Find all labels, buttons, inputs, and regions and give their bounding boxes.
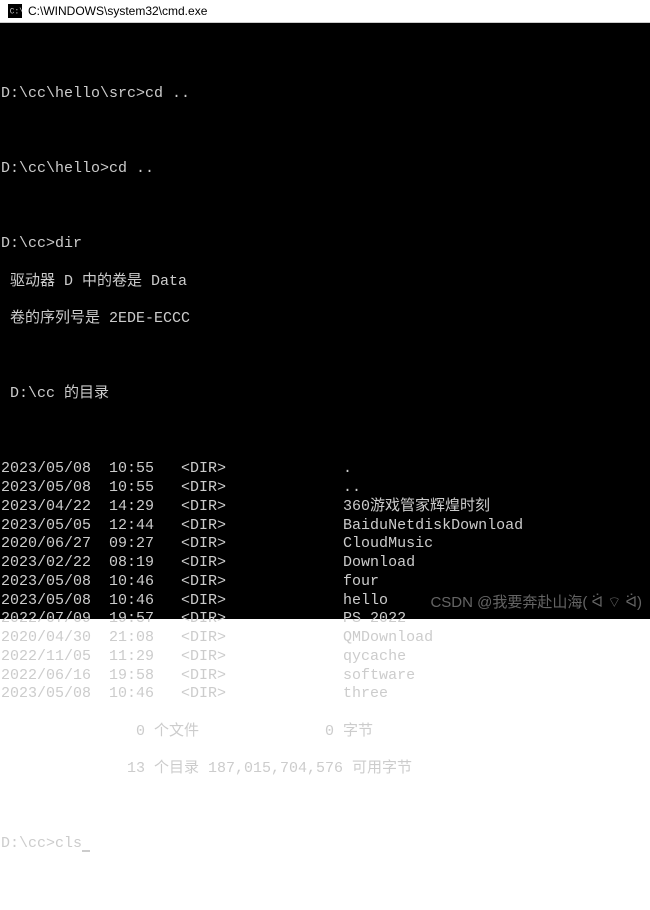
- prompt-line: D:\cc\hello\src>cd ..: [1, 85, 649, 104]
- dir-entry: 2023/04/22 14:29 <DIR> 360游戏管家辉煌时刻: [1, 498, 649, 517]
- prompt-line: D:\cc\hello>cd ..: [1, 160, 649, 179]
- terminal-output[interactable]: D:\cc\hello\src>cd .. D:\cc\hello>cd .. …: [0, 23, 650, 619]
- dir-entry: 2023/05/08 10:55 <DIR> .: [1, 460, 649, 479]
- cursor: [82, 850, 90, 852]
- dir-listing: 2023/05/08 10:55 <DIR> .2023/05/08 10:55…: [1, 460, 649, 704]
- window-title-bar[interactable]: C:\ C:\WINDOWS\system32\cmd.exe: [0, 0, 650, 23]
- prompt-line: D:\cc>dir: [1, 235, 649, 254]
- dir-entry: 2022/11/05 11:29 <DIR> qycache: [1, 648, 649, 667]
- dir-entry: 2022/06/16 19:58 <DIR> software: [1, 667, 649, 686]
- dir-entry: 2020/04/30 21:08 <DIR> QMDownload: [1, 629, 649, 648]
- svg-text:C:\: C:\: [10, 8, 22, 17]
- volume-info: 驱动器 D 中的卷是 Data: [1, 273, 649, 292]
- cmd-icon: C:\: [8, 4, 22, 18]
- serial-info: 卷的序列号是 2EDE-ECCC: [1, 310, 649, 329]
- dir-entry: 2023/05/08 10:46 <DIR> hello: [1, 592, 649, 611]
- dir-entry: 2023/05/08 10:46 <DIR> three: [1, 685, 649, 704]
- dir-entry: 2020/06/27 09:27 <DIR> CloudMusic: [1, 535, 649, 554]
- window-title-text: C:\WINDOWS\system32\cmd.exe: [28, 4, 207, 18]
- dir-entry: 2023/02/22 08:19 <DIR> Download: [1, 554, 649, 573]
- summary-files: 0 个文件 0 字节: [1, 723, 649, 742]
- prompt-line: D:\cc>cls: [1, 835, 649, 854]
- dir-entry: 2023/05/08 10:55 <DIR> ..: [1, 479, 649, 498]
- dir-of: D:\cc 的目录: [1, 385, 649, 404]
- dir-entry: 2023/05/05 12:44 <DIR> BaiduNetdiskDownl…: [1, 517, 649, 536]
- dir-entry: 2023/05/08 10:46 <DIR> four: [1, 573, 649, 592]
- summary-dirs: 13 个目录 187,015,704,576 可用字节: [1, 760, 649, 779]
